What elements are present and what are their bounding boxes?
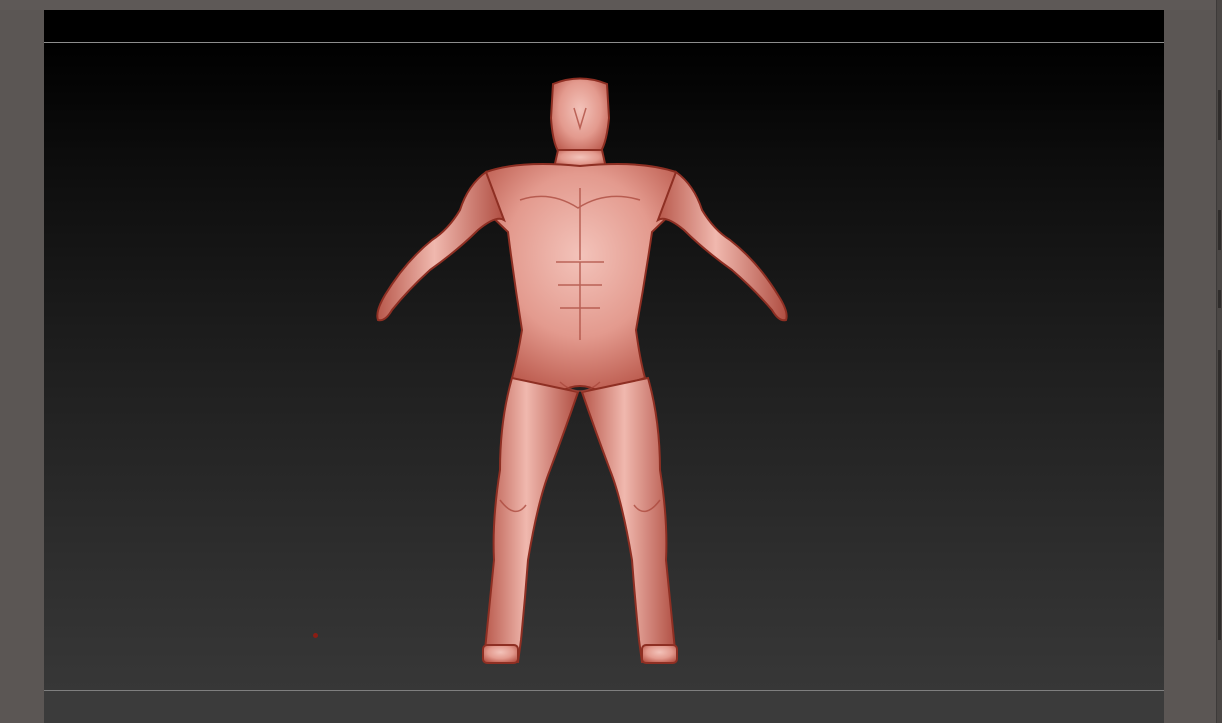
sculpt-viewport[interactable]: [44, 43, 1164, 690]
model-left-leg: [482, 376, 580, 664]
pivot-marker-icon: [313, 633, 318, 638]
model-right-leg: [580, 376, 678, 664]
model-left-arm: [376, 170, 506, 322]
model-right-arm: [656, 170, 788, 322]
humanoid-model[interactable]: [44, 43, 1164, 690]
zbrush-window: [0, 0, 1222, 723]
palette-handle-3[interactable]: [1218, 290, 1221, 308]
model-left-foot: [482, 644, 519, 664]
palette-handle-2[interactable]: [1218, 210, 1221, 250]
left-tool-shelf[interactable]: [0, 10, 44, 723]
model-right-foot: [641, 644, 678, 664]
canvas-bottom-bar: [44, 691, 1164, 723]
right-tool-shelf[interactable]: [1164, 10, 1216, 723]
palette-scrollbar[interactable]: [1218, 350, 1221, 640]
palette-handle-1[interactable]: [1218, 90, 1221, 140]
model-head: [549, 77, 611, 158]
canvas-top-bar: [44, 10, 1164, 42]
